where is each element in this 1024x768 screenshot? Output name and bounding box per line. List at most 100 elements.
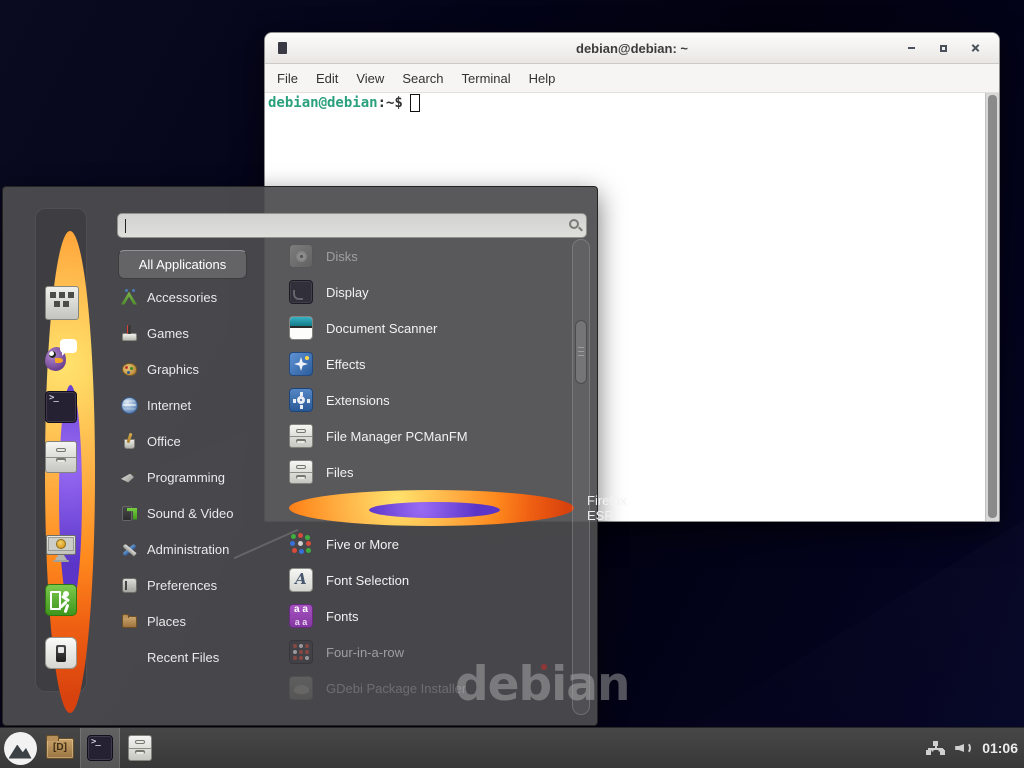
application-item[interactable]: Firefox ESR	[289, 490, 574, 526]
folder-icon: [D]	[46, 738, 74, 759]
application-item[interactable]: Four-in-a-row	[289, 634, 574, 670]
prompt-user-host: debian@debian	[268, 95, 378, 111]
category-item[interactable]: Games	[121, 315, 281, 351]
search-input[interactable]	[117, 213, 587, 238]
menubar-item[interactable]: File	[268, 67, 307, 90]
category-item[interactable]: Recent Files	[121, 639, 281, 675]
category-item[interactable]: Administration	[121, 531, 281, 567]
fonts-icon	[289, 604, 313, 628]
application-item[interactable]: Display	[289, 274, 574, 310]
sound-video-icon	[121, 505, 138, 522]
application-item[interactable]: Five or More	[289, 526, 574, 562]
files-task-button[interactable]	[120, 728, 160, 768]
file-manager-icon	[289, 424, 313, 448]
shell-prompt: debian@debian:~$	[268, 94, 420, 112]
maximize-icon	[940, 45, 947, 52]
menubar-item[interactable]: Search	[393, 67, 452, 90]
places-icon	[121, 613, 138, 630]
terminal-scrollbar-thumb[interactable]	[988, 95, 997, 518]
favorites-sidebar	[35, 208, 87, 692]
folder-badge: [D]	[47, 742, 73, 753]
pidgin-beak	[55, 358, 63, 363]
minimize-icon	[908, 47, 915, 49]
network-icon-bar	[928, 748, 943, 750]
menubar-item[interactable]: View	[347, 67, 393, 90]
network-icon[interactable]	[926, 741, 945, 756]
menu-button[interactable]	[0, 728, 40, 768]
application-item[interactable]: Document Scanner	[289, 310, 574, 346]
application-item[interactable]: File Manager PCManFM	[289, 418, 574, 454]
category-item[interactable]: Sound & Video	[121, 495, 281, 531]
lock-screen-icon[interactable]	[45, 532, 77, 564]
application-item[interactable]: Effects	[289, 346, 574, 382]
effects-icon	[289, 352, 313, 376]
menu-scrollbar-thumb[interactable]	[575, 320, 587, 384]
category-item[interactable]: Preferences	[121, 567, 281, 603]
application-item[interactable]: Fonts	[289, 598, 574, 634]
lock-badge	[56, 539, 66, 549]
category-item[interactable]: Accessories	[121, 279, 281, 315]
logout-icon[interactable]	[45, 584, 77, 616]
terminal-menubar: FileEditViewSearchTerminalHelp	[265, 64, 999, 93]
terminal-window-icon	[278, 42, 287, 54]
category-item[interactable]: Office	[121, 423, 281, 459]
terminal-task-button[interactable]	[80, 728, 120, 768]
volume-icon[interactable]	[955, 741, 972, 755]
application-item[interactable]: Files	[289, 454, 574, 490]
search-icon	[569, 219, 579, 229]
games-icon	[121, 325, 138, 342]
menu-scrollbar[interactable]	[572, 239, 590, 715]
pidgin-eye	[49, 351, 56, 358]
system-tray: 01:06	[926, 728, 1018, 768]
document-scanner-icon	[289, 316, 313, 340]
gdebi-icon	[289, 676, 313, 700]
shutdown-icon[interactable]	[45, 637, 77, 669]
terminal-icon	[87, 735, 113, 761]
favorite-files-icon[interactable]	[45, 441, 77, 473]
clock[interactable]: 01:06	[982, 740, 1018, 756]
favorite-software-icon[interactable]	[45, 286, 79, 320]
category-item[interactable]: Internet	[121, 387, 281, 423]
menubar-item[interactable]: Edit	[307, 67, 347, 90]
files-icon	[289, 460, 313, 484]
close-icon	[971, 44, 980, 53]
application-item[interactable]: Extensions	[289, 382, 574, 418]
menu-orb-icon	[4, 732, 37, 765]
disks-icon	[289, 244, 313, 268]
office-icon	[121, 433, 138, 450]
favorite-terminal-icon[interactable]	[45, 391, 77, 423]
terminal-scrollbar[interactable]	[985, 93, 999, 521]
application-item[interactable]: GDebi Package Installer	[289, 670, 574, 706]
menubar-item[interactable]: Terminal	[453, 67, 520, 90]
application-item[interactable]: Disks	[289, 238, 574, 274]
terminal-titlebar[interactable]: debian@debian: ~	[265, 33, 999, 64]
extensions-icon	[289, 388, 313, 412]
taskbar-launchers: [D]	[0, 728, 160, 768]
accessories-icon	[121, 289, 138, 306]
menubar-item[interactable]: Help	[520, 67, 565, 90]
favorite-pidgin-icon[interactable]	[45, 339, 77, 371]
programming-icon	[121, 469, 138, 486]
applications-menu: debian	[2, 186, 598, 726]
application-list: Disks Display Document Scanner Effects E…	[289, 238, 574, 706]
close-button[interactable]	[969, 42, 981, 54]
category-item[interactable]: Graphics	[121, 351, 281, 387]
application-item[interactable]: Font Selection	[289, 562, 574, 598]
file-cabinet-icon	[128, 735, 152, 761]
monitor-base	[53, 560, 69, 562]
font-selection-icon	[289, 568, 313, 592]
maximize-button[interactable]	[937, 42, 949, 54]
administration-icon	[121, 541, 138, 558]
internet-icon	[121, 397, 138, 414]
no-icon	[121, 649, 138, 666]
terminal-window-title: debian@debian: ~	[576, 41, 688, 56]
graphics-icon	[121, 361, 138, 378]
four-in-a-row-icon	[289, 640, 313, 664]
desktop-folder-button[interactable]: [D]	[40, 728, 80, 768]
display-icon	[289, 280, 313, 304]
category-item[interactable]: Places	[121, 603, 281, 639]
category-all-applications[interactable]: All Applications	[118, 250, 247, 279]
category-list: Accessories Games Graphics Internet Offi…	[121, 279, 281, 675]
category-item[interactable]: Programming	[121, 459, 281, 495]
minimize-button[interactable]	[905, 42, 917, 54]
